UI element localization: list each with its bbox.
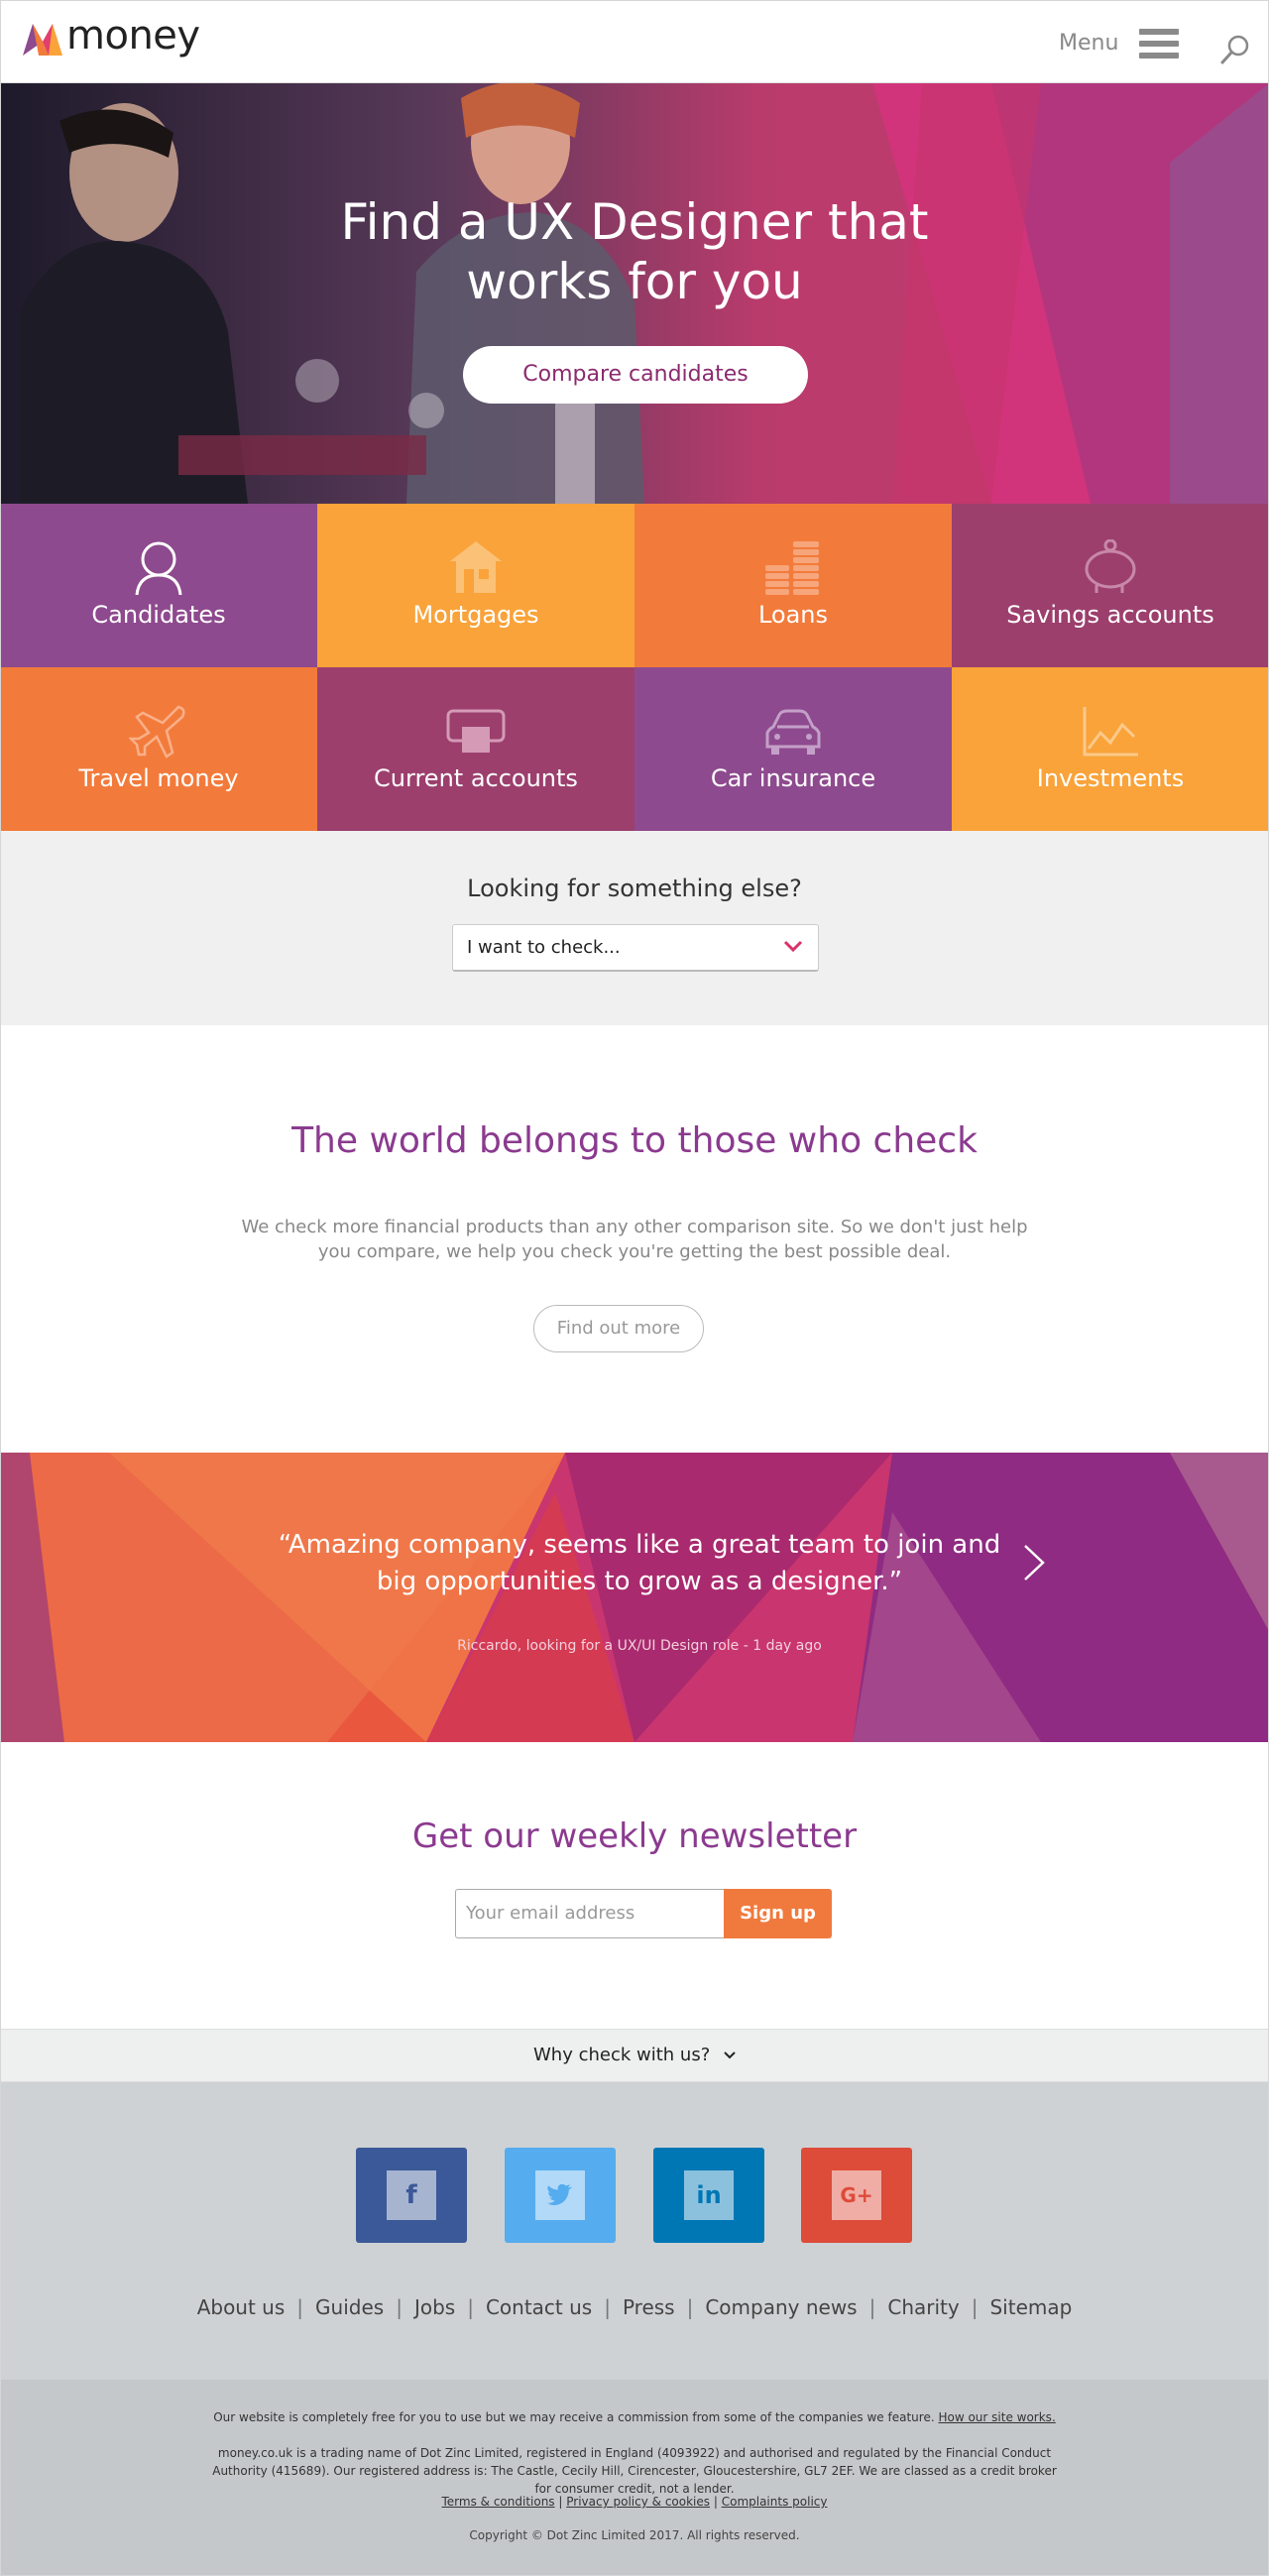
footer-links: About us | Guides | Jobs | Contact us | Press | Co… xyxy=(196,2295,1073,2319)
person-icon xyxy=(135,541,182,595)
linkedin-button[interactable]: in xyxy=(653,2148,764,2243)
tile-current-accounts[interactable]: Current accounts xyxy=(317,667,634,831)
footer-link-charity[interactable]: Charity xyxy=(887,2295,959,2319)
twitter-icon xyxy=(535,2170,585,2220)
search-icon[interactable] xyxy=(1218,33,1252,66)
money-logo-icon xyxy=(23,24,62,56)
tile-label: Candidates xyxy=(91,601,226,629)
google-plus-button[interactable]: G+ xyxy=(801,2148,912,2243)
coins-icon xyxy=(765,541,819,595)
world-title: The world belongs to those who check xyxy=(291,1120,978,1161)
facebook-icon: f xyxy=(387,2170,436,2220)
footer-link-contact-us[interactable]: Contact us xyxy=(486,2295,592,2319)
looking-section: Looking for something else? I want to ch… xyxy=(0,831,1269,1025)
footer-link-jobs[interactable]: Jobs xyxy=(414,2295,455,2319)
linkedin-icon: in xyxy=(684,2170,734,2220)
testimonial-section: “Amazing company, seems like a great tea… xyxy=(0,1453,1269,1742)
footer-link-sitemap[interactable]: Sitemap xyxy=(989,2295,1072,2319)
car-icon xyxy=(765,709,821,755)
tile-label: Car insurance xyxy=(710,764,876,792)
facebook-button[interactable]: f xyxy=(356,2148,467,2243)
tile-label: Mortgages xyxy=(412,601,539,629)
chevron-right-icon[interactable] xyxy=(1021,1543,1047,1582)
house-icon xyxy=(450,541,502,593)
complaints-link[interactable]: Complaints policy xyxy=(722,2495,828,2509)
copyright: Copyright © Dot Zinc Limited 2017. All r… xyxy=(469,2528,800,2542)
newsletter-title: Get our weekly newsletter xyxy=(411,1816,858,1856)
twitter-button[interactable] xyxy=(505,2148,616,2243)
world-text: We check more financial products than an… xyxy=(241,1217,1028,1262)
chevron-down-icon xyxy=(724,2051,736,2059)
how-our-site-works-link[interactable]: How our site works. xyxy=(938,2410,1055,2424)
tile-label: Investments xyxy=(1036,764,1185,792)
check-select[interactable]: I want to check... xyxy=(452,924,819,972)
card-icon xyxy=(446,709,506,753)
plane-icon xyxy=(129,705,185,759)
category-grid: Candidates Mortgages Loans Savings accou… xyxy=(0,504,1269,831)
find-out-more-button[interactable]: Find out more xyxy=(533,1305,704,1352)
footer-social-area xyxy=(0,2082,1269,2380)
tile-mortgages[interactable]: Mortgages xyxy=(317,504,634,667)
testimonial-author: Riccardo, looking for a UX/UI Design rol… xyxy=(457,1638,822,1654)
chevron-down-icon xyxy=(783,940,803,953)
select-value: I want to check... xyxy=(467,937,621,958)
terms-link[interactable]: Terms & conditions xyxy=(442,2495,555,2509)
footer-link-about-us[interactable]: About us xyxy=(197,2295,286,2319)
menu-label[interactable]: Menu xyxy=(1059,31,1118,56)
logo-text: money xyxy=(66,13,200,59)
footer-link-press[interactable]: Press xyxy=(623,2295,675,2319)
footer-link-guides[interactable]: Guides xyxy=(315,2295,384,2319)
legal-links: Terms & conditions | Privacy policy & co… xyxy=(441,2495,828,2509)
tile-loans[interactable]: Loans xyxy=(634,504,952,667)
hamburger-icon[interactable] xyxy=(1139,29,1179,62)
commission-notice: Our website is completely free for you t… xyxy=(0,2410,1269,2424)
logo[interactable]: money xyxy=(21,13,200,59)
email-field[interactable]: Your email address xyxy=(455,1889,725,1938)
looking-title: Looking for something else? xyxy=(467,875,802,902)
why-label: Why check with us? xyxy=(533,2045,711,2065)
registration-notice: money.co.uk is a trading name of Dot Zin… xyxy=(212,2446,1057,2496)
sign-up-button[interactable]: Sign up xyxy=(724,1889,832,1938)
tile-savings-accounts[interactable]: Savings accounts xyxy=(952,504,1269,667)
hero-banner: Find a UX Designer that works for you Co… xyxy=(0,83,1269,504)
tile-label: Travel money xyxy=(78,764,239,792)
commission-text: Our website is completely free for you t… xyxy=(213,2410,935,2424)
hero-title: Find a UX Designer that works for you xyxy=(340,193,929,310)
tile-investments[interactable]: Investments xyxy=(952,667,1269,831)
tile-car-insurance[interactable]: Car insurance xyxy=(634,667,952,831)
tile-candidates[interactable]: Candidates xyxy=(0,504,317,667)
tile-label: Loans xyxy=(757,601,829,629)
footer-link-company-news[interactable]: Company news xyxy=(705,2295,857,2319)
chart-icon xyxy=(1083,707,1138,757)
tile-label: Current accounts xyxy=(374,764,578,792)
compare-candidates-button[interactable]: Compare candidates xyxy=(463,346,808,404)
why-check-toggle[interactable]: Why check with us? xyxy=(0,2029,1269,2082)
site-header: money Menu xyxy=(0,0,1269,83)
google-plus-icon: G+ xyxy=(832,2170,881,2220)
tile-travel-money[interactable]: Travel money xyxy=(0,667,317,831)
privacy-link[interactable]: Privacy policy & cookies xyxy=(566,2495,710,2509)
testimonial-quote: “Amazing company, seems like a great tea… xyxy=(278,1530,1001,1596)
tile-label: Savings accounts xyxy=(1006,601,1214,629)
piggy-bank-icon xyxy=(1085,539,1136,593)
